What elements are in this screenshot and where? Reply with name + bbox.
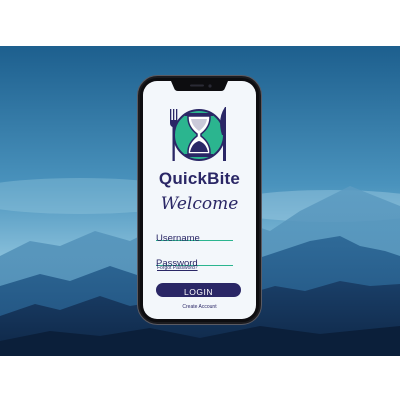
username-label: Username bbox=[156, 233, 200, 244]
login-button[interactable]: LOGIN bbox=[156, 283, 241, 297]
welcome-heading: Welcome bbox=[160, 194, 239, 214]
create-account-link[interactable]: Create Account bbox=[137, 304, 262, 310]
phone-mockup: QuickBite Welcome Username Password Forg… bbox=[137, 75, 262, 325]
app-title: QuickBite bbox=[158, 169, 241, 188]
login-button-label: LOGIN bbox=[184, 287, 213, 297]
forgot-password-link[interactable]: Forgot Password? bbox=[157, 265, 198, 271]
hourglass-with-fork-and-knife-icon bbox=[170, 107, 226, 161]
username-field[interactable]: Username bbox=[156, 226, 233, 244]
password-field[interactable]: Password bbox=[156, 251, 233, 269]
